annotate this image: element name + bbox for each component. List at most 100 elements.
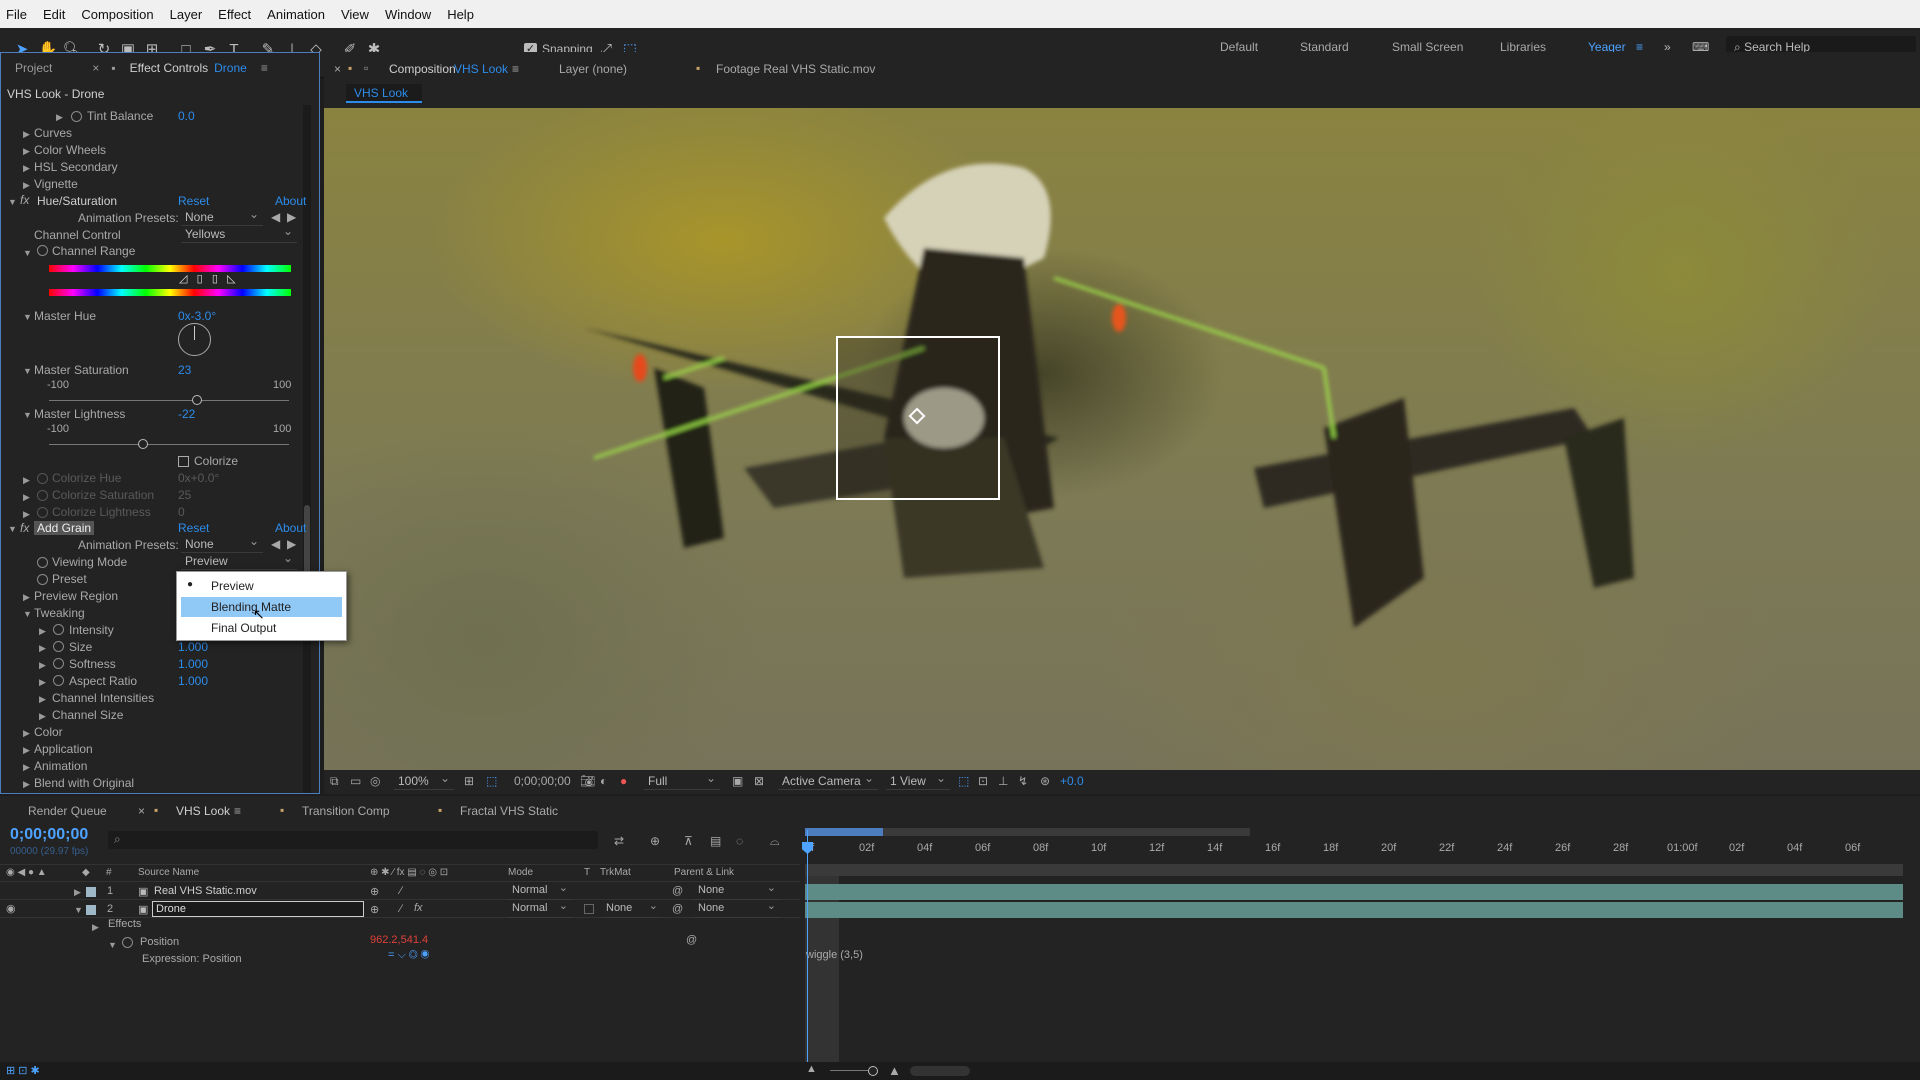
add-grain-reset-link[interactable]: Reset (178, 521, 209, 535)
tab-composition[interactable]: Composition (389, 62, 456, 76)
blend-mode-select[interactable]: Normal (508, 899, 572, 918)
master-saturation-slider[interactable] (49, 400, 289, 401)
expand-arrow-icon[interactable]: ▶ (23, 762, 30, 773)
zoom-in-icon[interactable]: ▲ (888, 1063, 901, 1078)
close-icon[interactable]: × (92, 61, 99, 75)
channel-intensities-label[interactable]: Channel Intensities (52, 691, 154, 705)
pixel-aspect-icon[interactable]: ⬚ (958, 774, 969, 788)
tab-layer[interactable]: Layer (none) (559, 62, 627, 76)
tab-vhs-look[interactable]: VHS Look (176, 804, 230, 818)
preset-prev-icon[interactable]: ◀ (271, 537, 280, 551)
collapse-switch-icon[interactable]: ⊕ (370, 885, 379, 898)
expand-arrow-icon[interactable]: ▶ (23, 728, 30, 739)
hsl-secondary-label[interactable]: HSL Secondary (34, 160, 118, 174)
tab-effect-controls[interactable]: Effect Controls (130, 61, 208, 75)
composition-viewer[interactable] (324, 108, 1920, 770)
dropdown-option-preview[interactable]: ● Preview (177, 576, 346, 596)
pickwhip-icon[interactable]: @ (672, 885, 683, 897)
tab-fractal-vhs-static[interactable]: Fractal VHS Static (460, 804, 558, 818)
stopwatch-icon[interactable] (53, 624, 64, 635)
expand-arrow-icon[interactable]: ▶ (23, 180, 30, 191)
collapse-arrow-icon[interactable]: ▼ (23, 366, 32, 376)
expand-arrow-icon[interactable]: ▶ (39, 643, 46, 654)
master-saturation-value[interactable]: 23 (178, 363, 191, 377)
effects-group-label[interactable]: Effects (108, 918, 141, 930)
parent-select[interactable]: None (694, 899, 780, 918)
resolution-select[interactable]: Full (644, 771, 720, 790)
collapse-arrow-icon[interactable]: ▼ (8, 197, 17, 207)
stopwatch-icon[interactable] (37, 557, 48, 568)
animation-presets-select[interactable]: None (181, 207, 263, 226)
expand-arrow-icon[interactable]: ▶ (39, 626, 46, 637)
av-switches-icon[interactable]: ◉ ◀ ● ▲ (6, 867, 47, 878)
camera-select[interactable]: Active Camera (778, 771, 878, 790)
aspect-ratio-value[interactable]: 1.000 (178, 674, 208, 688)
preset-prev-icon[interactable]: ◀ (271, 210, 280, 224)
stopwatch-icon[interactable] (71, 111, 82, 122)
expand-arrow-icon[interactable]: ▶ (23, 129, 30, 140)
grain-preview-region[interactable] (836, 336, 1000, 500)
hue-saturation-effect-name[interactable]: Hue/Saturation (37, 194, 117, 208)
menu-file[interactable]: File (6, 7, 27, 22)
preview-3d-icon[interactable]: ◎ (370, 774, 380, 788)
position-value[interactable]: 962.2,541.4 (370, 934, 428, 946)
label-color-swatch[interactable] (86, 905, 96, 915)
toggle-switches-icon[interactable]: ⊞ ⊡ ✱ (6, 1064, 40, 1077)
collapse-arrow-icon[interactable]: ▼ (23, 609, 32, 619)
tab-transition-comp[interactable]: Transition Comp (302, 804, 390, 818)
application-group-label[interactable]: Application (34, 742, 93, 756)
preset-next-icon[interactable]: ▶ (287, 537, 296, 551)
menu-composition[interactable]: Composition (81, 7, 153, 22)
pickwhip-icon[interactable]: @ (672, 903, 683, 915)
panel-menu-icon[interactable]: ≡ (512, 62, 519, 76)
collapse-arrow-icon[interactable]: ▼ (108, 940, 117, 950)
viewing-mode-select[interactable]: Preview (181, 551, 297, 570)
colorize-checkbox[interactable] (178, 456, 189, 467)
quality-switch-icon[interactable]: ∕ (400, 885, 402, 897)
expand-arrow-icon[interactable]: ▶ (92, 922, 99, 933)
view-layout-select[interactable]: 1 View (886, 771, 950, 790)
frame-blending-icon[interactable]: ▤ (710, 834, 721, 848)
scrollbar[interactable] (303, 105, 311, 793)
animation-presets-select[interactable]: None (181, 534, 263, 553)
expression-controls-icon[interactable]: = ⌵ ◎ ◉ (388, 949, 429, 962)
shy-layers-icon[interactable]: ⊼ (684, 834, 693, 848)
master-saturation-slider-handle[interactable] (191, 395, 202, 405)
show-snapshot-icon[interactable]: ◐ (600, 774, 607, 788)
exposure-icon[interactable]: ⊛ (1040, 774, 1050, 788)
menu-effect[interactable]: Effect (218, 7, 251, 22)
menu-window[interactable]: Window (385, 7, 431, 22)
toggle-mask-icon[interactable]: ⊡ (978, 774, 988, 788)
safe-margins-icon[interactable]: ⊞ (464, 774, 474, 788)
timeline-zoom-slider[interactable] (830, 1070, 870, 1071)
hue-saturation-reset-link[interactable]: Reset (178, 194, 209, 208)
time-ruler[interactable]: 0f 02f 04f 06f 08f 10f 12f 14f 16f 18f 2… (805, 842, 1905, 858)
hue-saturation-about-link[interactable]: About (275, 194, 306, 208)
zoom-out-icon[interactable]: ▲ (806, 1063, 817, 1075)
label-icon[interactable]: ◆ (82, 867, 90, 878)
reset-exposure-icon[interactable]: ↯ (1018, 774, 1028, 788)
menu-animation[interactable]: Animation (267, 7, 325, 22)
source-name-header[interactable]: Source Name (138, 867, 199, 878)
stopwatch-icon[interactable] (53, 675, 64, 686)
expand-arrow-icon[interactable]: ▶ (23, 779, 30, 790)
range-handles-icon[interactable]: ◿ ▯ ▯ ◺ (179, 272, 236, 285)
stopwatch-icon[interactable] (53, 658, 64, 669)
stopwatch-icon[interactable] (37, 245, 48, 256)
close-icon[interactable]: × (334, 62, 341, 76)
blend-mode-select[interactable]: Normal (508, 881, 572, 900)
region-of-interest-icon[interactable]: ⬚ (486, 774, 497, 788)
master-lightness-value[interactable]: -22 (178, 407, 195, 421)
collapse-arrow-icon[interactable]: ▼ (23, 410, 32, 420)
lock-icon[interactable]: ▫ (364, 61, 368, 75)
panel-menu-icon[interactable]: ≡ (234, 804, 241, 818)
comp-marker-strip[interactable] (805, 864, 1903, 876)
monitor-icon[interactable]: ▭ (350, 774, 361, 788)
color-group-label[interactable]: Color (34, 725, 63, 739)
visibility-eye-icon[interactable]: ◉ (6, 902, 16, 915)
expand-arrow-icon[interactable]: ▶ (39, 660, 46, 671)
collapse-arrow-icon[interactable]: ▼ (8, 524, 17, 534)
channel-size-label[interactable]: Channel Size (52, 708, 123, 722)
draft-3d-icon[interactable]: ⊕ (650, 834, 660, 848)
timeline-zoom-handle[interactable] (868, 1066, 878, 1076)
